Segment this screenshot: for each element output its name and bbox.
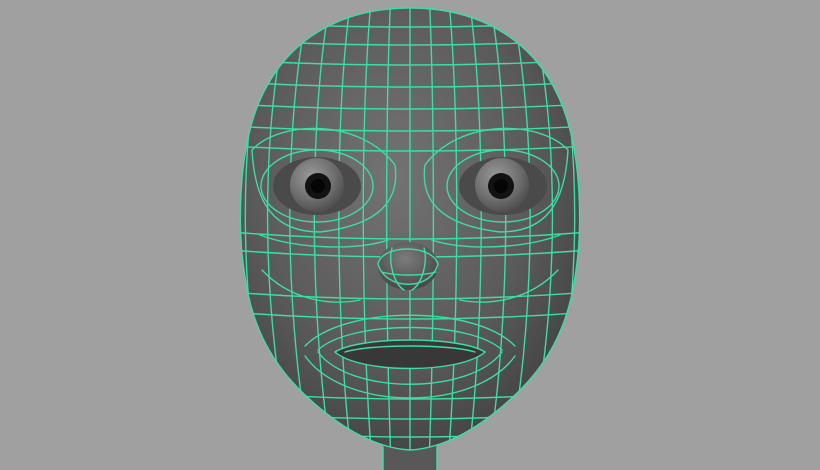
nose <box>377 242 439 291</box>
left-eye <box>260 149 374 223</box>
right-eye <box>446 149 560 223</box>
head-model-render[interactable] <box>0 0 820 470</box>
3d-viewport[interactable] <box>0 0 820 470</box>
